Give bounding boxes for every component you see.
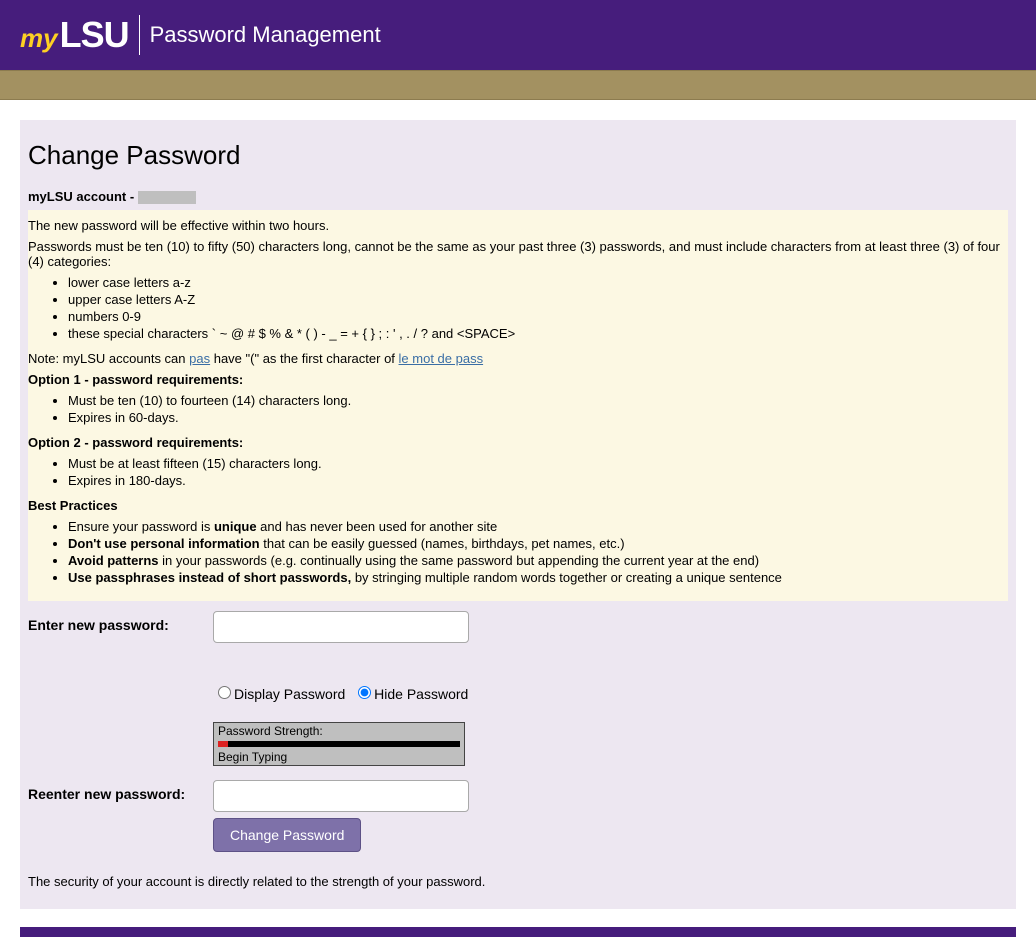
category-item: these special characters ` ~ @ # $ % & *… [68, 326, 1008, 341]
note-link-pas[interactable]: pas [189, 351, 210, 366]
change-password-button[interactable]: Change Password [213, 818, 361, 852]
option2-title: Option 2 - password requirements: [28, 435, 243, 450]
security-note: The security of your account is directly… [28, 874, 1008, 889]
hide-password-label[interactable]: Hide Password [374, 686, 468, 702]
rules-intro: Passwords must be ten (10) to fifty (50)… [28, 239, 1008, 269]
note-line: Note: myLSU accounts can pas have "(" as… [28, 351, 1008, 366]
list-item: Expires in 60-days. [68, 410, 1008, 425]
list-item: Must be ten (10) to fourteen (14) charac… [68, 393, 1008, 408]
logo-lsu: LSU [60, 14, 129, 56]
strength-label: Password Strength: [218, 724, 460, 738]
display-password-label[interactable]: Display Password [234, 686, 345, 702]
account-redacted [138, 191, 196, 204]
note-mid: have "(" as the first character of [210, 351, 398, 366]
categories-list: lower case letters a-z upper case letter… [28, 275, 1008, 341]
info-box: The new password will be effective withi… [28, 210, 1008, 601]
mylsu-logo: my LSU [20, 14, 129, 56]
page-content: Change Password myLSU account - The new … [20, 120, 1016, 909]
display-hide-row: Display Password Hide Password [213, 683, 1008, 702]
hide-password-radio[interactable] [358, 686, 371, 699]
best-practices-list: Ensure your password is unique and has n… [28, 519, 1008, 585]
list-item: Don't use personal information that can … [68, 536, 1008, 551]
note-prefix: Note: myLSU accounts can [28, 351, 189, 366]
category-item: lower case letters a-z [68, 275, 1008, 290]
category-item: upper case letters A-Z [68, 292, 1008, 307]
note-link-motdepass[interactable]: le mot de pass [399, 351, 484, 366]
account-label: myLSU account - [28, 189, 138, 204]
option1-list: Must be ten (10) to fourteen (14) charac… [28, 393, 1008, 425]
strength-meter [218, 741, 460, 747]
reenter-password-label: Reenter new password: [28, 780, 213, 802]
header-title: Password Management [150, 22, 381, 48]
list-item: Avoid patterns in your passwords (e.g. c… [68, 553, 1008, 568]
list-item: Expires in 180-days. [68, 473, 1008, 488]
header-bar: my LSU Password Management [0, 0, 1036, 70]
reenter-password-input[interactable] [213, 780, 469, 812]
account-line: myLSU account - [28, 189, 1008, 204]
display-password-radio[interactable] [218, 686, 231, 699]
enter-password-label: Enter new password: [28, 611, 213, 633]
strength-status: Begin Typing [218, 750, 460, 764]
option1-title: Option 1 - password requirements: [28, 372, 243, 387]
gold-bar [0, 70, 1036, 100]
footer-purple-bar [20, 927, 1016, 937]
page-title: Change Password [28, 140, 1008, 171]
password-strength-box: Password Strength: Begin Typing [213, 722, 465, 766]
effective-text: The new password will be effective withi… [28, 218, 1008, 233]
list-item: Ensure your password is unique and has n… [68, 519, 1008, 534]
header-divider [139, 15, 140, 55]
category-item: numbers 0-9 [68, 309, 1008, 324]
strength-meter-fill [218, 741, 228, 747]
new-password-input[interactable] [213, 611, 469, 643]
form-area: Enter new password: Display Password Hid… [28, 611, 1008, 889]
best-practices-title: Best Practices [28, 498, 118, 513]
option2-list: Must be at least fifteen (15) characters… [28, 456, 1008, 488]
logo-my: my [20, 23, 58, 54]
list-item: Must be at least fifteen (15) characters… [68, 456, 1008, 471]
list-item: Use passphrases instead of short passwor… [68, 570, 1008, 585]
